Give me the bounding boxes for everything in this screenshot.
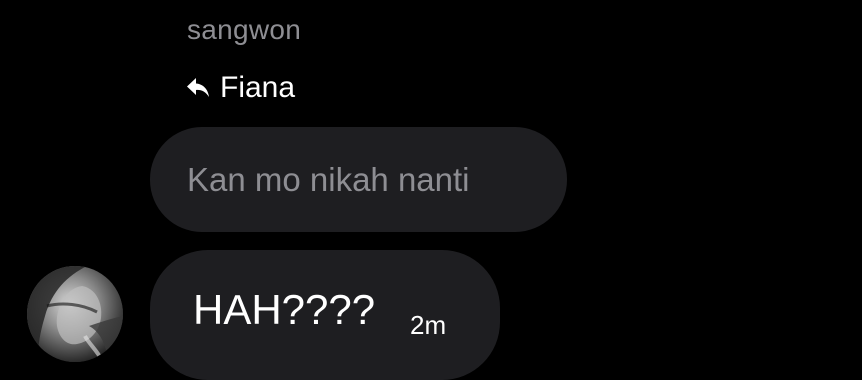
reply-arrow-icon	[186, 77, 210, 99]
message-text: HAH????	[193, 286, 376, 333]
replied-to-name: Fiana	[220, 71, 296, 104]
avatar[interactable]	[27, 266, 123, 362]
message-bubble[interactable]: HAH???? 2m	[150, 250, 500, 380]
reply-indicator: Fiana	[186, 70, 295, 106]
sender-name: sangwon	[187, 14, 302, 45]
quoted-message-bubble[interactable]: Kan mo nikah nanti	[150, 127, 567, 232]
message-timestamp: 2m	[410, 310, 447, 340]
quoted-message-text: Kan mo nikah nanti	[187, 160, 470, 198]
